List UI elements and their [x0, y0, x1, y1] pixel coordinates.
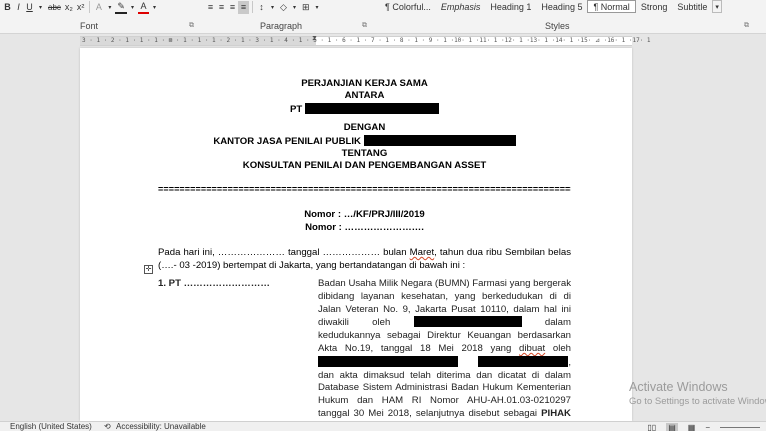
- style-normal[interactable]: ¶ Normal: [587, 0, 636, 13]
- ruler-track: 3 · 1 · 2 · 1 · 1 · 1 · ⊠ · 1 · 1 · 1 · …: [80, 36, 651, 46]
- underline-dropdown-icon[interactable]: ▾: [35, 1, 46, 14]
- paragraph-group-label: Paragraph: [260, 21, 303, 31]
- dropdown-icon[interactable]: ▾: [149, 1, 160, 14]
- dialog-launcher-icon[interactable]: ⧉: [362, 22, 367, 30]
- doc-subject: KONSULTAN PENILAI DAN PENGEMBANGAN ASSET: [242, 160, 487, 172]
- document-page[interactable]: PERJANJIAN KERJA SAMA ANTARA PT DENGAN K…: [80, 48, 632, 431]
- activation-watermark: Activate Windows Go to Settings to activ…: [629, 380, 766, 407]
- doc-title: PERJANJIAN KERJA SAMA: [301, 78, 428, 89]
- doc-antara: ANTARA: [344, 90, 385, 102]
- shading-icon[interactable]: ◇: [278, 1, 289, 14]
- align-right-button[interactable]: ≡: [227, 1, 238, 14]
- doc-kantor-line: KANTOR JASA PENILAI PUBLIK: [158, 134, 571, 148]
- paragraph-group: ≡ ≡ ≡ ≡ ↕ ▾ ◇ ▾ ⊞ ▾: [205, 0, 323, 14]
- print-layout-icon[interactable]: ▤: [666, 422, 678, 431]
- bold-button[interactable]: B: [2, 1, 13, 14]
- dialog-launcher-icon[interactable]: ⧉: [189, 22, 194, 30]
- watermark-title: Activate Windows: [629, 380, 728, 394]
- intro-paragraph: Pada hari ini, ………………… tanggal ……………… bu…: [158, 246, 571, 271]
- nomor-line-2: Nomor : …………………….: [305, 221, 424, 233]
- table-move-handle-icon[interactable]: ✛: [144, 265, 153, 274]
- strikethrough-button[interactable]: abc: [46, 1, 63, 14]
- style-colorful[interactable]: ¶ Colorful...: [380, 0, 436, 13]
- redaction-box: [304, 102, 439, 114]
- styles-more-icon[interactable]: ▾: [712, 0, 722, 13]
- font-group-label: Font: [80, 21, 99, 31]
- text-effects-icon[interactable]: A: [93, 1, 104, 14]
- zoom-out-icon[interactable]: −: [705, 423, 710, 431]
- dropdown-icon[interactable]: ▾: [104, 1, 115, 14]
- view-controls: ▯▯ ▤ ▦ −: [647, 422, 766, 431]
- doc-tentang: TENTANG: [341, 148, 388, 160]
- read-mode-icon[interactable]: ▯▯: [647, 423, 656, 431]
- doc-dengan: DENGAN: [343, 122, 386, 134]
- dropdown-icon[interactable]: ▾: [289, 1, 300, 14]
- style-heading-5[interactable]: Heading 5: [536, 0, 587, 13]
- watermark-subtitle: Go to Settings to activate Windows.: [629, 396, 766, 407]
- dialog-launcher-icon[interactable]: ⧉: [744, 22, 749, 30]
- style-strong[interactable]: Strong: [636, 0, 673, 13]
- document-body: PERJANJIAN KERJA SAMA ANTARA PT DENGAN K…: [158, 78, 571, 272]
- accessibility-icon[interactable]: ⟲: [104, 422, 111, 431]
- status-bar: English (United States) ⟲ Accessibility:…: [0, 421, 766, 431]
- ribbon-divider: [252, 1, 253, 13]
- highlight-color-icon[interactable]: ✎: [115, 1, 127, 14]
- nomor-line-1: Nomor : …/KF/PRJ/III/2019: [304, 208, 425, 220]
- font-color-icon[interactable]: A: [137, 1, 149, 14]
- dropdown-icon[interactable]: ▾: [312, 1, 323, 14]
- styles-gallery: ¶ Colorful... Emphasis Heading 1 Heading…: [380, 0, 722, 14]
- party-label: 1. PT ………………………: [158, 278, 270, 289]
- zoom-slider[interactable]: [720, 426, 760, 428]
- style-emphasis[interactable]: Emphasis: [436, 0, 486, 13]
- dropdown-icon[interactable]: ▾: [127, 1, 138, 14]
- horizontal-ruler[interactable]: 3 · 1 · 2 · 1 · 1 · 1 · ⊠ · 1 · 1 · 1 · …: [0, 35, 766, 47]
- superscript-button[interactable]: x²: [75, 1, 87, 14]
- doc-pt-line: PT: [158, 102, 571, 116]
- line-spacing-icon[interactable]: ↕: [256, 1, 267, 14]
- borders-icon[interactable]: ⊞: [300, 1, 312, 14]
- ruler-ticks: 3 · 1 · 2 · 1 · 1 · 1 · ⊠ · 1 · 1 · 1 · …: [82, 37, 651, 44]
- redaction-box: [318, 355, 458, 367]
- ribbon: B I U ▾ abc x₂ x² A ▾ ✎ ▾ A ▾ ≡ ≡ ≡ ≡ ↕ …: [0, 0, 766, 34]
- kantor-prefix: KANTOR JASA PENILAI PUBLIK: [213, 135, 361, 147]
- party-description: Badan Usaha Milik Negara (BUMN) Farmasi …: [318, 278, 571, 431]
- pt-prefix: PT: [290, 103, 303, 115]
- styles-group-label: Styles: [545, 21, 570, 31]
- separator-line: ========================================…: [158, 183, 571, 194]
- dropdown-icon[interactable]: ▾: [267, 1, 278, 14]
- accessibility-status[interactable]: Accessibility: Unavailable: [116, 422, 206, 431]
- align-center-button[interactable]: ≡: [216, 1, 227, 14]
- redaction-box: [413, 316, 522, 328]
- redaction-box: [478, 355, 569, 367]
- indent-marker-icon[interactable]: ⧗: [312, 35, 317, 43]
- style-heading-1[interactable]: Heading 1: [485, 0, 536, 13]
- italic-button[interactable]: I: [13, 1, 24, 14]
- align-left-button[interactable]: ≡: [205, 1, 216, 14]
- redaction-box: [363, 134, 516, 146]
- justify-button[interactable]: ≡: [238, 0, 249, 14]
- web-layout-icon[interactable]: ▦: [688, 423, 696, 431]
- ribbon-divider: [89, 1, 91, 13]
- style-subtitle[interactable]: Subtitle: [672, 0, 712, 13]
- subscript-button[interactable]: x₂: [63, 1, 75, 14]
- underline-button[interactable]: U: [24, 1, 35, 14]
- language-status[interactable]: English (United States): [10, 422, 92, 431]
- font-group: B I U ▾ abc x₂ x² A ▾ ✎ ▾ A ▾: [2, 0, 160, 14]
